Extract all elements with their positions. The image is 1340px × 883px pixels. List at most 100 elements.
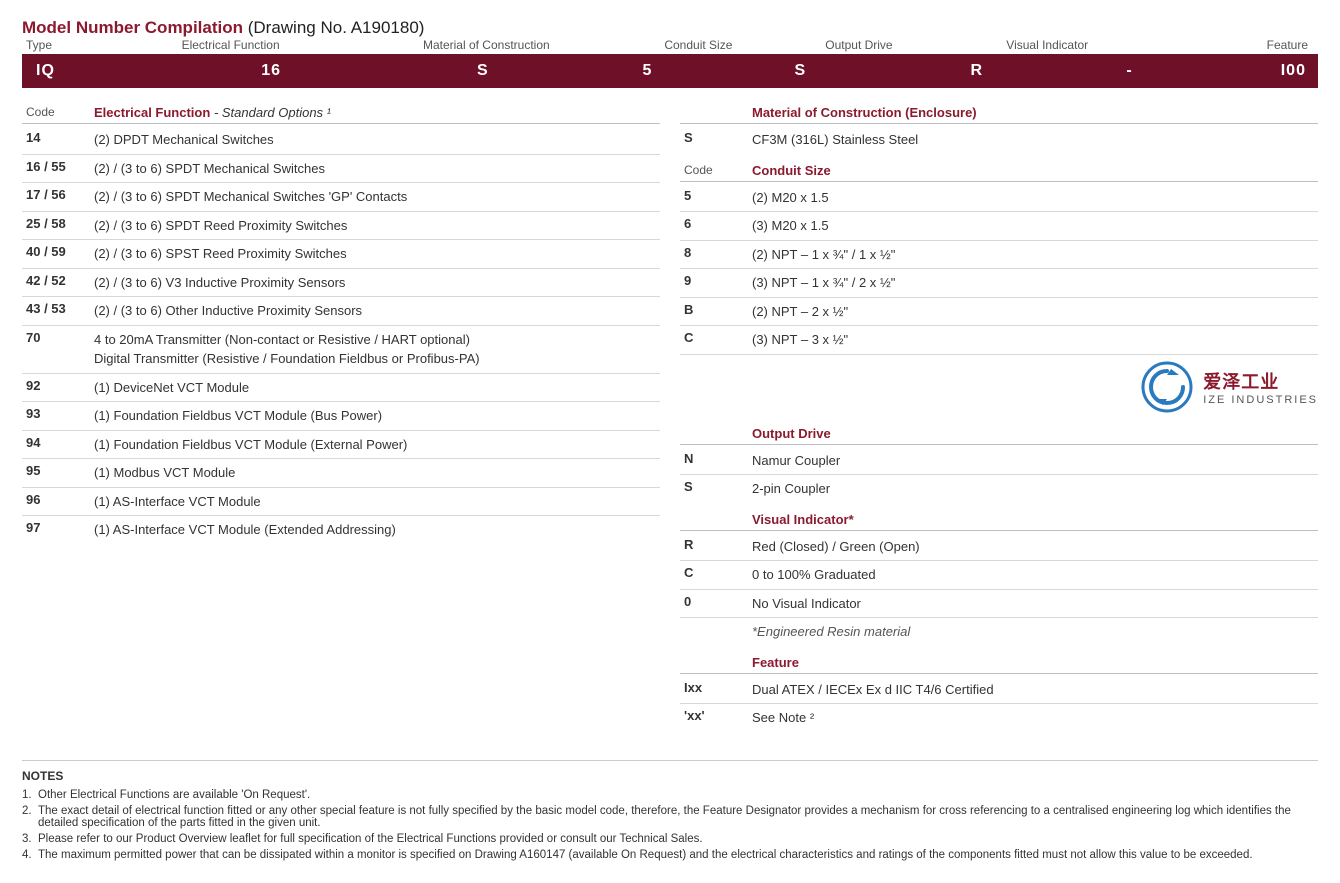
- table-row: 42 / 52(2) / (3 to 6) V3 Inductive Proxi…: [22, 269, 660, 298]
- code-cell: 97: [22, 520, 94, 535]
- right-section-title: Conduit Size: [752, 163, 1318, 178]
- desc-cell: Dual ATEX / IECEx Ex d IIC T4/6 Certifie…: [752, 680, 1318, 700]
- table-row: 17 / 56(2) / (3 to 6) SPDT Mechanical Sw…: [22, 183, 660, 212]
- code-cell: C: [680, 565, 752, 580]
- left-col: Code Electrical Function - Standard Opti…: [22, 102, 660, 544]
- desc-cell: (2) NPT – 1 x ¾" / 1 x ½": [752, 245, 1318, 265]
- code-cell: N: [680, 451, 752, 466]
- desc-cell: 4 to 20mA Transmitter (Non-contact or Re…: [94, 330, 660, 369]
- code-cell: 9: [680, 273, 752, 288]
- note-item: 4.The maximum permitted power that can b…: [22, 849, 1318, 861]
- right-code-header: [680, 512, 752, 527]
- right-section-title: Output Drive: [752, 426, 1318, 441]
- code-cell: 40 / 59: [22, 244, 94, 259]
- table-row: 97(1) AS-Interface VCT Module (Extended …: [22, 516, 660, 544]
- code-cell: 94: [22, 435, 94, 450]
- code-cell: 42 / 52: [22, 273, 94, 288]
- label-cs: Conduit Size: [664, 38, 825, 52]
- table-row: 43 / 53(2) / (3 to 6) Other Inductive Pr…: [22, 297, 660, 326]
- right-col: Material of Construction (Enclosure)SCF3…: [680, 102, 1318, 738]
- desc-cell: (1) DeviceNet VCT Module: [94, 378, 660, 398]
- right-code-header: [680, 426, 752, 441]
- right-section-header: Visual Indicator*: [680, 509, 1318, 531]
- ef-subtitle: - Standard Options ¹: [214, 105, 331, 120]
- label-moc: Material of Construction: [423, 38, 664, 52]
- desc-cell: Namur Coupler: [752, 451, 1318, 471]
- desc-cell: (3) NPT – 1 x ¾" / 2 x ½": [752, 273, 1318, 293]
- note-number: 1.: [22, 789, 32, 801]
- table-row: 25 / 58(2) / (3 to 6) SPDT Reed Proximit…: [22, 212, 660, 241]
- code-cell: S: [680, 479, 752, 494]
- desc-cell: (1) AS-Interface VCT Module: [94, 492, 660, 512]
- code-cell: 92: [22, 378, 94, 393]
- table-row: B(2) NPT – 2 x ½": [680, 298, 1318, 327]
- right-section-header: CodeConduit Size: [680, 160, 1318, 182]
- table-row: S2-pin Coupler: [680, 475, 1318, 503]
- label-feat: Feature: [1207, 38, 1314, 52]
- logo-area: 爱泽工业 IZE INDUSTRIES: [680, 355, 1318, 417]
- table-row: 6(3) M20 x 1.5: [680, 212, 1318, 241]
- right-code-header: Code: [680, 163, 752, 178]
- right-code-header: [680, 655, 752, 670]
- code-s1: S: [389, 62, 577, 80]
- table-row: NNamur Coupler: [680, 447, 1318, 476]
- desc-cell: Red (Closed) / Green (Open): [752, 537, 1318, 557]
- table-row: 96(1) AS-Interface VCT Module: [22, 488, 660, 517]
- desc-cell: (3) M20 x 1.5: [752, 216, 1318, 236]
- desc-cell: (3) NPT – 3 x ½": [752, 330, 1318, 350]
- desc-cell: *Engineered Resin material: [752, 622, 1318, 642]
- desc-cell: 0 to 100% Graduated: [752, 565, 1318, 585]
- table-row: C0 to 100% Graduated: [680, 561, 1318, 590]
- table-row: 5(2) M20 x 1.5: [680, 184, 1318, 213]
- table-row: 8(2) NPT – 1 x ¾" / 1 x ½": [680, 241, 1318, 270]
- desc-cell: 2-pin Coupler: [752, 479, 1318, 499]
- right-section: Visual Indicator*RRed (Closed) / Green (…: [680, 509, 1318, 646]
- right-section-header: Output Drive: [680, 423, 1318, 445]
- model-row-labels: Type Electrical Function Material of Con…: [22, 38, 1318, 52]
- note-item: 3.Please refer to our Product Overview l…: [22, 833, 1318, 845]
- desc-cell: (1) AS-Interface VCT Module (Extended Ad…: [94, 520, 660, 540]
- right-section: Output DriveNNamur CouplerS2-pin Coupler: [680, 423, 1318, 503]
- right-section-header: Feature: [680, 652, 1318, 674]
- right-section: FeatureIxxDual ATEX / IECEx Ex d IIC T4/…: [680, 652, 1318, 732]
- desc-cell: (2) / (3 to 6) SPDT Reed Proximity Switc…: [94, 216, 660, 236]
- desc-cell: (2) / (3 to 6) Other Inductive Proximity…: [94, 301, 660, 321]
- desc-header: Electrical Function - Standard Options ¹: [94, 105, 660, 120]
- code-iq: IQ: [26, 62, 154, 80]
- code-cell: 0: [680, 594, 752, 609]
- table-row: 16 / 55(2) / (3 to 6) SPDT Mechanical Sw…: [22, 155, 660, 184]
- code-cell: 'xx': [680, 708, 752, 723]
- code-cell: 17 / 56: [22, 187, 94, 202]
- left-rows: 14(2) DPDT Mechanical Switches16 / 55(2)…: [22, 126, 660, 544]
- label-ef: Electrical Function: [127, 38, 423, 52]
- notes-list: 1.Other Electrical Functions are availab…: [22, 789, 1318, 861]
- desc-cell: (2) / (3 to 6) SPDT Mechanical Switches: [94, 159, 660, 179]
- code-cell: 96: [22, 492, 94, 507]
- title-normal: (Drawing No. A190180): [243, 18, 424, 37]
- code-dash: -: [1071, 62, 1189, 80]
- desc-cell: (1) Foundation Fieldbus VCT Module (Bus …: [94, 406, 660, 426]
- right-section: CodeConduit Size5(2) M20 x 1.56(3) M20 x…: [680, 160, 1318, 417]
- desc-cell: (2) M20 x 1.5: [752, 188, 1318, 208]
- desc-cell: (1) Foundation Fieldbus VCT Module (Exte…: [94, 435, 660, 455]
- table-row: IxxDual ATEX / IECEx Ex d IIC T4/6 Certi…: [680, 676, 1318, 705]
- label-od: Output Drive: [825, 38, 1006, 52]
- code-cell: 70: [22, 330, 94, 345]
- code-cell: 43 / 53: [22, 301, 94, 316]
- note-item: 1.Other Electrical Functions are availab…: [22, 789, 1318, 801]
- right-code-header: [680, 105, 752, 120]
- notes-title: NOTES: [22, 769, 1318, 783]
- code-header: Code: [22, 105, 94, 120]
- code-r: R: [883, 62, 1071, 80]
- note-number: 3.: [22, 833, 32, 845]
- table-row: C(3) NPT – 3 x ½": [680, 326, 1318, 355]
- code-cell: 14: [22, 130, 94, 145]
- left-section-header: Code Electrical Function - Standard Opti…: [22, 102, 660, 124]
- right-section: Material of Construction (Enclosure)SCF3…: [680, 102, 1318, 154]
- table-row: 0No Visual Indicator: [680, 590, 1318, 619]
- table-row: 704 to 20mA Transmitter (Non-contact or …: [22, 326, 660, 374]
- desc-cell: (2) / (3 to 6) SPDT Mechanical Switches …: [94, 187, 660, 207]
- table-row: 'xx'See Note ²: [680, 704, 1318, 732]
- logo-sub: IZE INDUSTRIES: [1203, 394, 1318, 406]
- table-row: RRed (Closed) / Green (Open): [680, 533, 1318, 562]
